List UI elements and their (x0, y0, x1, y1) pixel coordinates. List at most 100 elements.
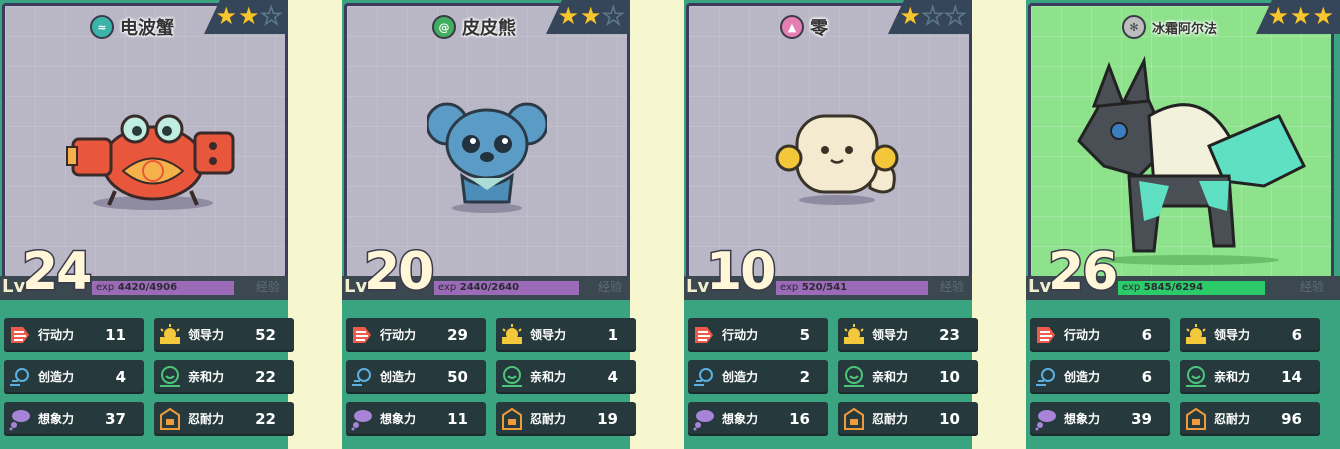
pink-triangle-icon: ▲ (780, 15, 804, 39)
smile-icon (502, 366, 522, 387)
level-row: Lv 24 exp 4420/4906 经验 (0, 241, 288, 304)
stat-endurance: 忍耐力 96 (1180, 402, 1320, 436)
exp-text: exp 4420/4906 (96, 282, 178, 293)
pet-portrait (686, 3, 972, 279)
stat-affinity: 亲和力 4 (496, 360, 636, 394)
stat-imagination: 想象力 16 (688, 402, 828, 436)
level-number: 20 (362, 241, 435, 304)
action-icon (353, 327, 371, 343)
stat-leadership: 领导力 6 (1180, 318, 1320, 352)
stat-endurance: 忍耐力 19 (496, 402, 636, 436)
pet-name-tag: ▲ 零 (780, 10, 828, 44)
pet-name-tag: ✻ 冰霜阿尔法 (1122, 10, 1217, 44)
sun-icon (160, 324, 180, 344)
smile-icon (1186, 366, 1206, 387)
exp-label: 经验 (1299, 280, 1324, 294)
cloud-icon (1035, 410, 1056, 431)
stat-leadership: 领导力 52 (154, 318, 294, 352)
sheep-creature (775, 114, 899, 205)
exp-text: exp 5845/6294 (1122, 282, 1204, 293)
star-icon: ★ (579, 2, 602, 30)
star-icon: ★ (215, 2, 237, 30)
bulb-icon (694, 368, 713, 386)
stat-action: 行动力 29 (346, 318, 486, 352)
pet-name: 电波蟹 (120, 18, 174, 39)
exp-label: 经验 (255, 280, 280, 294)
stat-action: 行动力 5 (688, 318, 828, 352)
sun-icon (502, 324, 522, 344)
pet-card-2[interactable]: @ 皮皮熊 ★ ★ ★ Lv 20 exp 2440/2640 经验 行动力 29… (342, 0, 636, 449)
endurance-icon (160, 407, 180, 430)
smile-icon (844, 366, 864, 387)
level-number: 24 (20, 241, 93, 304)
cloud-icon (693, 410, 714, 431)
pet-name-tag: @ 皮皮熊 (432, 10, 516, 44)
bulb-icon (352, 368, 371, 386)
stat-creativity: 创造力 50 (346, 360, 486, 394)
exp-bar: exp 520/541 (776, 281, 934, 295)
exp-label: 经验 (597, 280, 622, 294)
pet-name-tag: ≈ 电波蟹 (90, 10, 174, 44)
stat-imagination: 想象力 11 (346, 402, 486, 436)
cloud-icon (9, 410, 30, 431)
stat-imagination: 想象力 37 (4, 402, 144, 436)
pet-card-4[interactable]: ✻ 冰霜阿尔法 ★ ★ ★ Lv 26 exp 5845/6294 经验 行动力… (1026, 0, 1340, 449)
exp-text: exp 2440/2640 (438, 282, 520, 293)
endurance-icon (502, 407, 522, 430)
stat-creativity: 创造力 4 (4, 360, 144, 394)
star-empty-icon: ★ (944, 2, 967, 30)
cloud-icon (351, 410, 372, 431)
stat-imagination: 想象力 39 (1030, 402, 1170, 436)
snowflake-icon: ✻ (1122, 15, 1146, 39)
pet-card-1[interactable]: ≈ 电波蟹 ★ ★ ★ Lv 24 exp 4420/4906 经验 行动力 11… (0, 0, 294, 449)
bulb-icon (10, 368, 29, 386)
crab-creature (66, 114, 235, 210)
stat-endurance: 忍耐力 22 (154, 402, 294, 436)
stat-leadership: 领导力 23 (838, 318, 978, 352)
star-icon: ★ (899, 2, 921, 30)
action-icon (695, 327, 713, 343)
action-icon (11, 327, 29, 343)
stat-affinity: 亲和力 22 (154, 360, 294, 394)
star-icon: ★ (557, 2, 579, 30)
pet-portrait (344, 3, 630, 279)
pet-portrait (2, 3, 288, 279)
exp-text: exp 520/541 (780, 282, 848, 293)
exp-bar: exp 4420/4906 (92, 281, 250, 295)
smile-icon (160, 366, 180, 387)
leaf-swirl-icon: @ (432, 15, 456, 39)
star-empty-icon: ★ (260, 2, 283, 30)
stat-leadership: 领导力 1 (496, 318, 636, 352)
exp-bar: exp 5845/6294 (1118, 281, 1276, 295)
sun-icon (844, 324, 864, 344)
level-number: 10 (704, 241, 777, 304)
pet-portrait (1028, 3, 1334, 279)
star-empty-icon: ★ (921, 2, 944, 30)
stat-action: 行动力 6 (1030, 318, 1170, 352)
level-row: Lv 20 exp 2440/2640 经验 (342, 241, 630, 304)
pet-name: 零 (810, 18, 828, 39)
stat-action: 行动力 11 (4, 318, 144, 352)
exp-label: 经验 (939, 280, 964, 294)
stat-creativity: 创造力 2 (688, 360, 828, 394)
pet-name: 冰霜阿尔法 (1152, 21, 1218, 37)
endurance-icon (844, 407, 864, 430)
star-icon: ★ (1267, 2, 1289, 30)
star-empty-icon: ★ (602, 2, 625, 30)
level-row: Lv 10 exp 520/541 经验 (684, 241, 972, 304)
star-icon: ★ (1312, 2, 1334, 30)
level-number: 26 (1046, 241, 1119, 304)
exp-bar: exp 2440/2640 (434, 281, 592, 295)
pet-name: 皮皮熊 (462, 18, 516, 39)
wolf-creature (1077, 55, 1307, 265)
level-row: Lv 26 exp 5845/6294 经验 (1026, 241, 1340, 304)
bulb-icon (1036, 368, 1055, 386)
star-icon: ★ (237, 2, 260, 30)
pet-card-3[interactable]: ▲ 零 ★ ★ ★ Lv 10 exp 520/541 经验 行动力 5 领导力 2… (684, 0, 978, 449)
stat-affinity: 亲和力 14 (1180, 360, 1320, 394)
action-icon (1037, 327, 1055, 343)
bear-creature (427, 102, 547, 213)
sun-icon (1186, 324, 1206, 344)
star-icon: ★ (1289, 2, 1312, 30)
stat-creativity: 创造力 6 (1030, 360, 1170, 394)
